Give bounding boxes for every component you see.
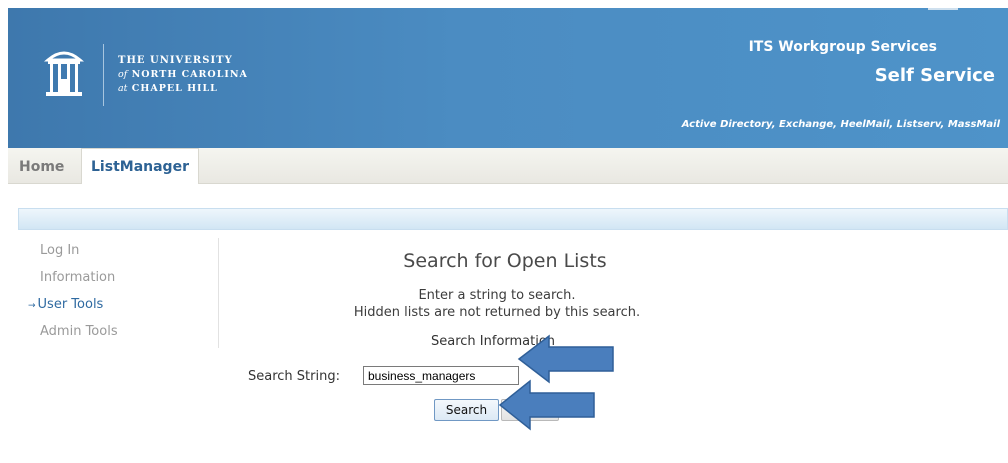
tab-home[interactable]: Home (19, 159, 64, 175)
sidebar-item-user-tools[interactable]: → User Tools (28, 297, 218, 324)
current-arrow-icon: → (28, 301, 36, 311)
sidebar-nav: Log In Information → User Tools Admin Too… (28, 243, 218, 351)
service-subtitle: Self Service (874, 65, 995, 86)
service-products: Active Directory, Exchange, HeelMail, Li… (681, 119, 1000, 130)
banner-top-line (928, 8, 958, 10)
logo-divider (103, 44, 104, 106)
university-name[interactable]: THE UNIVERSITY of NORTH CAROLINA at CHAP… (118, 54, 248, 96)
university-line-3-text: CHAPEL HILL (131, 83, 218, 94)
content-header-bar (18, 208, 1008, 230)
search-string-label: Search String: (248, 369, 340, 384)
sidebar-item-admin-tools[interactable]: Admin Tools (28, 324, 218, 351)
sidebar-item-log-in[interactable]: Log In (28, 243, 218, 270)
instruction-text: Enter a string to search. (418, 288, 576, 303)
old-well-icon[interactable] (44, 46, 84, 98)
university-line-2: of NORTH CAROLINA (118, 68, 248, 82)
tab-bar: Home ListManager (8, 148, 1008, 184)
page-title: Search for Open Lists (403, 250, 607, 272)
university-line-3: at CHAPEL HILL (118, 82, 248, 96)
sidebar-item-information[interactable]: Information (28, 270, 218, 297)
university-line-2-text: NORTH CAROLINA (131, 69, 248, 80)
university-line-1: THE UNIVERSITY (118, 55, 233, 66)
sidebar-item-label: User Tools (37, 297, 104, 312)
sidebar-divider (218, 238, 219, 348)
university-line-3-prefix: at (118, 83, 128, 94)
hidden-lists-note: Hidden lists are not returned by this se… (353, 305, 641, 320)
search-string-input[interactable] (363, 366, 519, 385)
service-title: ITS Workgroup Services (748, 39, 937, 55)
callout-arrow-icon (517, 334, 614, 384)
search-button[interactable]: Search (434, 399, 499, 421)
tab-listmanager[interactable]: ListManager (81, 148, 199, 184)
header-banner: THE UNIVERSITY of NORTH CAROLINA at CHAP… (8, 8, 1008, 148)
university-line-2-prefix: of (118, 69, 128, 80)
callout-arrow-icon (498, 379, 595, 431)
